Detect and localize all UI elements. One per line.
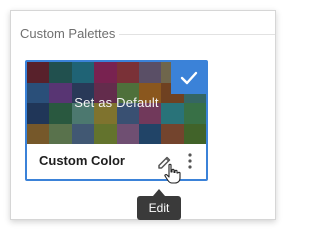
more-options-button[interactable] (186, 152, 194, 170)
edit-tooltip: Edit (137, 196, 181, 220)
hand-pointer-icon (162, 163, 182, 185)
selected-check-badge (171, 62, 206, 94)
tooltip-arrow (153, 189, 165, 196)
section-divider (119, 34, 275, 35)
section-title: Custom Palettes (20, 26, 116, 41)
set-as-default-button[interactable]: Set as Default (27, 95, 206, 110)
palette-card[interactable]: Set as Default Custom Color (25, 60, 208, 184)
palette-name: Custom Color (39, 153, 125, 168)
custom-palettes-panel: Custom Palettes Set as Default Custom Co… (10, 10, 276, 220)
checkmark-icon (180, 71, 197, 85)
more-vertical-icon (188, 153, 192, 169)
